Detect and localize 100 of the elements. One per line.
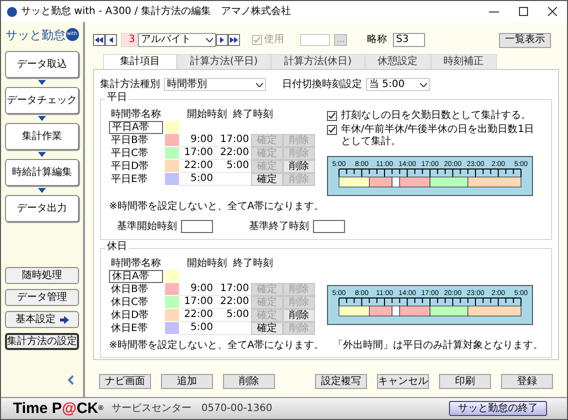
switch-time-select[interactable]: 当 5:00 — [366, 78, 430, 91]
method-select[interactable]: 時間帯別 — [164, 78, 266, 91]
collapse-icon[interactable] — [67, 375, 75, 385]
field-label: 略称 — [367, 35, 387, 45]
down-arrow-icon — [38, 80, 46, 85]
start-time-cell[interactable]: 22:00 — [179, 160, 215, 173]
section-title: 休日 — [105, 242, 129, 252]
band-name: 休日D帯 — [110, 309, 150, 322]
band-name: 休日E帯 — [110, 322, 148, 335]
end-time-cell[interactable]: 5:00 — [215, 160, 251, 173]
flow-button[interactable]: データ取込 — [5, 51, 79, 78]
end-time-cell[interactable]: 17:00 — [215, 134, 251, 147]
note-text: ※時間帯を設定しないと、全てA帯になります。 — [109, 202, 324, 212]
start-time-cell[interactable]: 9:00 — [179, 134, 215, 147]
action-button[interactable]: 追加 — [161, 374, 213, 389]
column-header: 時間帯名称 — [110, 110, 162, 120]
brand-logo: Time P@CK$^{®}$ — [13, 401, 104, 416]
base-end-field[interactable] — [313, 220, 345, 233]
app-icon — [7, 6, 17, 16]
delete-button[interactable]: 削除 — [283, 160, 315, 173]
tab[interactable]: 計算方法(休日) — [270, 54, 365, 69]
menu-button[interactable]: 随時処理 — [5, 267, 79, 284]
previous-record-button[interactable] — [105, 34, 117, 46]
confirm-button[interactable]: 確定 — [251, 173, 283, 186]
end-time-cell[interactable]: 5:00 — [215, 309, 251, 322]
start-time-cell[interactable]: 5:00 — [179, 173, 215, 186]
next-record-button[interactable] — [216, 34, 228, 46]
tab[interactable]: 集計項目 — [103, 54, 177, 69]
field-label: 基準終了時刻 — [249, 222, 309, 232]
column-header: 開始時刻 — [186, 258, 227, 268]
flow-button[interactable]: 集計作業 — [5, 123, 79, 150]
type-select[interactable]: アルバイト — [138, 33, 216, 47]
delete-button[interactable]: 削除 — [283, 309, 315, 322]
first-icon — [95, 37, 103, 43]
flow-button[interactable]: 時給計算編集 — [5, 159, 79, 186]
checkbox-label: 打刻なしの日を欠勤日数として集計する。 — [341, 110, 531, 122]
start-time-cell[interactable]: 9:00 — [179, 283, 215, 296]
app-logo: サッと勤怠 — [6, 28, 66, 40]
action-button[interactable]: 設定複写 — [315, 374, 367, 389]
action-button[interactable]: キャンセル — [377, 374, 429, 389]
check-icon — [253, 36, 261, 44]
band-name: 休日C帯 — [110, 296, 149, 309]
end-time-cell[interactable]: 17:00 — [215, 283, 251, 296]
tab[interactable]: 計算方法(平日) — [177, 54, 271, 69]
dropdown-icon — [206, 38, 213, 42]
start-time-cell[interactable]: 22:00 — [179, 309, 215, 322]
action-button[interactable]: 登録 — [501, 374, 553, 389]
checkbox[interactable] — [327, 125, 337, 135]
end-time-cell[interactable]: 22:00 — [215, 296, 251, 309]
action-button[interactable]: 削除 — [223, 374, 275, 389]
close-icon[interactable] — [548, 7, 557, 16]
dropdown-icon — [256, 82, 263, 86]
action-button[interactable]: 印刷 — [439, 374, 491, 389]
exit-button[interactable]: サッと勤怠の終了 — [449, 401, 547, 416]
menu-button[interactable]: 基本設定 — [5, 311, 79, 328]
previous-icon — [109, 37, 113, 43]
record-number-field[interactable]: 3 — [121, 33, 138, 47]
text-field[interactable] — [300, 34, 330, 46]
band-name: 平日E帯 — [110, 173, 148, 186]
column-header: 時間帯名称 — [110, 258, 162, 268]
base-start-field[interactable] — [181, 220, 213, 233]
end-time-cell[interactable]: 22:00 — [215, 147, 251, 160]
band-name: 平日C帯 — [110, 147, 149, 160]
tab[interactable]: 時刻補正 — [430, 54, 497, 69]
column-header: 終了時刻 — [232, 110, 273, 120]
right-arrow-icon — [60, 316, 68, 324]
abbreviation-field[interactable]: S3 — [393, 33, 425, 47]
menu-button[interactable]: 集計方法の設定 — [5, 333, 79, 350]
column-header: 開始時刻 — [186, 110, 227, 120]
field-label: 基準開始時刻 — [117, 222, 177, 232]
list-view-button[interactable]: 一覧表示 — [499, 32, 551, 48]
down-arrow-icon — [38, 188, 46, 193]
confirm-button[interactable]: 確定 — [251, 322, 283, 335]
band-name: 休日B帯 — [110, 283, 149, 296]
flow-button[interactable]: データ出力 — [5, 195, 79, 222]
last-record-button[interactable] — [228, 34, 240, 46]
section-title: 平日 — [105, 93, 129, 103]
down-arrow-icon — [38, 116, 46, 121]
next-icon — [220, 37, 224, 43]
column-header: 終了時刻 — [232, 258, 273, 268]
service-center-text: サービスセンター 0570-00-1360 — [111, 404, 272, 414]
start-time-cell[interactable]: 5:00 — [179, 322, 215, 335]
maximize-icon[interactable] — [519, 7, 528, 16]
window-title: サッと勤怠 with - A300 / 集計方法の編集 アマノ株式会社 — [21, 6, 292, 16]
band-name: 平日B帯 — [110, 134, 149, 147]
band-name[interactable]: 休日A帯 — [109, 270, 163, 283]
tab[interactable]: 休憩設定 — [364, 54, 431, 69]
action-button[interactable]: ナビ画面 — [99, 374, 151, 389]
band-name[interactable]: 平日A帯 — [109, 121, 163, 134]
note-text: ※時間帯を設定しないと、全てA帯になります。 — [109, 341, 324, 351]
note-text: 「外出時間」は平日のみ計算対象となります。 — [333, 341, 543, 351]
menu-button[interactable]: データ管理 — [5, 289, 79, 306]
checkbox-label: 年休/午前半休/午後半休の日を出勤日数1日として集計。 — [341, 124, 536, 148]
dropdown-icon — [420, 82, 427, 86]
checkbox-label: 使用 — [264, 35, 284, 45]
flow-button[interactable]: データチェック — [5, 87, 79, 114]
start-time-cell[interactable]: 17:00 — [179, 296, 215, 309]
checkbox[interactable] — [327, 111, 337, 121]
start-time-cell[interactable]: 17:00 — [179, 147, 215, 160]
first-record-button[interactable] — [93, 34, 105, 46]
